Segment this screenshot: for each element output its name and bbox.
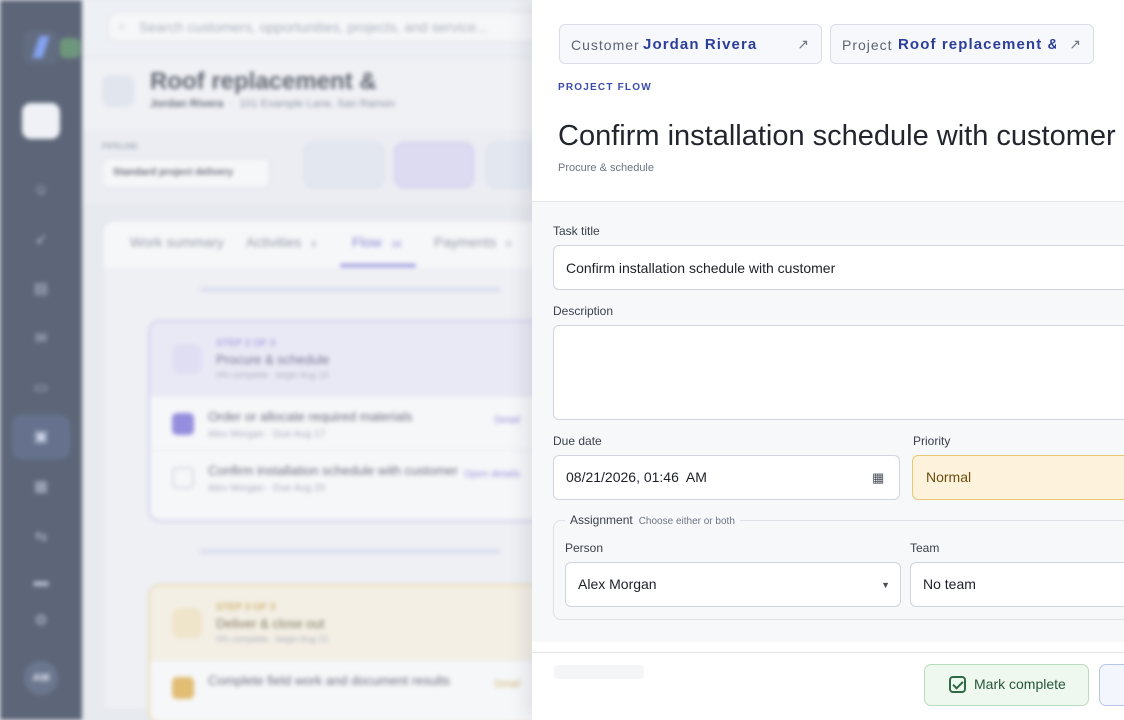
mark-complete-label: Mark complete (974, 676, 1066, 692)
priority-select[interactable]: Normal (912, 455, 1124, 500)
person-value: Alex Morgan (578, 576, 657, 592)
checkbox-check-icon (949, 676, 966, 693)
modal-backdrop[interactable] (0, 0, 532, 720)
team-select[interactable]: No team (910, 562, 1124, 607)
customer-chip[interactable]: Customer Jordan Rivera ↗ (559, 24, 822, 64)
external-link-icon[interactable]: ↗ (1069, 36, 1081, 53)
description-input[interactable] (553, 325, 1124, 420)
due-date-value: 08/21/2026, 01:46 AM (566, 469, 707, 485)
assignment-hint: Choose either or both (638, 516, 735, 527)
project-flow-label: PROJECT FLOW (558, 82, 652, 93)
customer-chip-value: Jordan Rivera (643, 36, 758, 53)
assignment-legend: Assignment Choose either or both (565, 513, 740, 527)
person-select[interactable]: Alex Morgan ▼ (565, 562, 901, 607)
task-drawer: Customer Jordan Rivera ↗ Project Roof re… (532, 0, 1124, 720)
calendar-icon[interactable]: ▦ (872, 470, 884, 486)
team-value: No team (923, 576, 976, 592)
task-form: Task title Description Due date 08/21/20… (532, 202, 1124, 642)
person-label: Person (565, 541, 604, 555)
footer-placeholder (554, 665, 644, 679)
team-label: Team (910, 541, 940, 555)
drawer-subtitle: Procure & schedule (558, 162, 654, 174)
description-label: Description (553, 304, 614, 318)
assignment-label: Assignment (570, 513, 633, 527)
external-link-icon[interactable]: ↗ (797, 36, 809, 53)
project-chip-value: Roof replacement & (898, 36, 1056, 53)
task-title-input[interactable] (553, 245, 1124, 290)
due-date-input[interactable]: 08/21/2026, 01:46 AM (553, 455, 900, 500)
drawer-title: Confirm installation schedule with custo… (558, 120, 1116, 152)
drawer-footer: Mark complete (532, 652, 1124, 720)
mark-complete-button[interactable]: Mark complete (924, 664, 1089, 706)
task-title-label: Task title (553, 224, 600, 238)
priority-value: Normal (926, 469, 972, 485)
project-chip-label: Project (842, 37, 893, 53)
due-date-label: Due date (553, 434, 602, 448)
priority-label: Priority (913, 434, 951, 448)
customer-chip-label: Customer (571, 37, 640, 53)
chevron-down-icon: ▼ (881, 580, 890, 590)
save-button[interactable] (1099, 664, 1124, 706)
project-chip[interactable]: Project Roof replacement & ↗ (830, 24, 1094, 64)
